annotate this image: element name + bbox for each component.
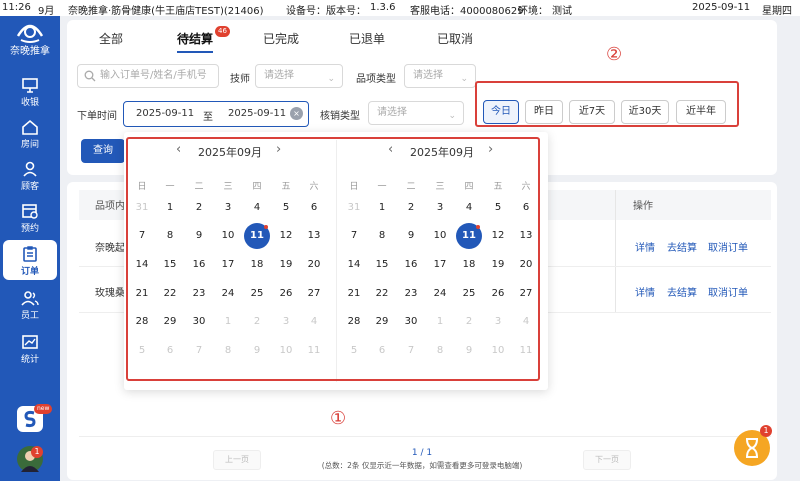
chevron-down-icon: ⌄ bbox=[460, 74, 468, 84]
annotation-box-quick-range bbox=[475, 81, 739, 127]
search-input[interactable]: 输入订单号/姓名/手机号 bbox=[77, 64, 219, 88]
verify-label: 核销类型 bbox=[320, 111, 360, 122]
verify-select[interactable]: 请选择 ⌄ bbox=[368, 101, 464, 125]
column-divider bbox=[615, 190, 616, 312]
home-icon bbox=[22, 119, 38, 135]
weekday: 星期四 bbox=[762, 6, 792, 17]
status-bar: 11:26 9月 奈晚推拿·筋骨健康(牛王庙店TEST)(21406) 设备号：… bbox=[0, 0, 800, 17]
brand-logo-icon bbox=[16, 24, 44, 43]
clear-icon[interactable]: × bbox=[290, 107, 303, 120]
tech-placeholder: 请选择 bbox=[264, 70, 294, 81]
sidebar-item-label: 员工 bbox=[20, 311, 39, 321]
search-button[interactable]: 查询 bbox=[81, 139, 125, 163]
annotation-box-calendar bbox=[126, 137, 540, 381]
brand-name: 奈晚推拿 bbox=[10, 46, 50, 57]
user-icon bbox=[23, 161, 37, 177]
pending-count-badge: 46 bbox=[215, 26, 230, 37]
tab-all[interactable]: 全部 bbox=[99, 30, 123, 47]
sidebar-item-label: 订单 bbox=[20, 267, 39, 277]
new-badge: new bbox=[34, 404, 53, 414]
item-type-placeholder: 请选择 bbox=[413, 70, 443, 81]
tab-completed[interactable]: 已完成 bbox=[263, 30, 299, 47]
sidebar-item-label: 统计 bbox=[20, 355, 39, 365]
sidebar-item-customer[interactable]: 顾客 bbox=[3, 155, 57, 195]
sidebar-item-staff[interactable]: 员工 bbox=[3, 284, 57, 324]
env-value: 测试 bbox=[552, 6, 572, 17]
sidebar-item-label: 预约 bbox=[20, 224, 39, 234]
env-label: 环境： bbox=[518, 6, 548, 17]
date-range-picker[interactable]: 2025-09-11 至 2025-09-11 × bbox=[123, 101, 309, 127]
col-item-header: 品项内 bbox=[95, 201, 125, 212]
clock: 11:26 bbox=[2, 2, 31, 13]
page-indicator: 1 / 1 bbox=[411, 448, 433, 458]
date: 2025-09-11 bbox=[692, 2, 751, 13]
device-info: 设备号：版本号： bbox=[286, 6, 366, 17]
cancel-order-link[interactable]: 取消订单 bbox=[708, 239, 748, 254]
status-date-short: 9月 bbox=[38, 6, 55, 17]
tab-cancelled[interactable]: 已取消 bbox=[437, 30, 473, 47]
sidebar-item-booking[interactable]: 预约 bbox=[3, 197, 57, 237]
annotation-label-2: ② bbox=[606, 44, 623, 65]
sidebar-item-stats[interactable]: 统计 bbox=[3, 328, 57, 368]
annotation-label-1: ① bbox=[330, 408, 347, 429]
cancel-order-link[interactable]: 取消订单 bbox=[708, 284, 748, 299]
avatar-badge: 1 bbox=[31, 446, 43, 458]
sidebar-item-cashier[interactable]: 收银 bbox=[3, 71, 57, 111]
float-badge: 1 bbox=[760, 425, 772, 437]
tab-refunded[interactable]: 已退单 bbox=[349, 30, 385, 47]
date-separator: 至 bbox=[203, 112, 213, 123]
verify-placeholder: 请选择 bbox=[377, 107, 407, 118]
pager-divider bbox=[79, 436, 771, 437]
table-row-item: 玫瑰桑 bbox=[95, 288, 125, 299]
date-start: 2025-09-11 bbox=[136, 108, 195, 119]
app-title: 奈晚推拿·筋骨健康(牛王庙店TEST)(21406) bbox=[68, 6, 264, 17]
tab-pending[interactable]: 待结算 bbox=[177, 30, 213, 47]
sidebar-item-orders[interactable]: 订单 bbox=[3, 240, 57, 280]
detail-link[interactable]: 详情 bbox=[635, 239, 655, 254]
tech-select[interactable]: 请选择 ⌄ bbox=[255, 64, 343, 88]
monitor-icon bbox=[22, 78, 38, 93]
chevron-down-icon: ⌄ bbox=[448, 111, 456, 121]
sidebar-item-label: 顾客 bbox=[20, 182, 39, 192]
chevron-down-icon: ⌄ bbox=[327, 74, 335, 84]
date-label: 下单时间 bbox=[77, 111, 117, 122]
active-tab-indicator bbox=[177, 51, 213, 53]
item-type-label: 品项类型 bbox=[356, 74, 396, 85]
sidebar-item-label: 房间 bbox=[20, 140, 39, 150]
settle-link[interactable]: 去结算 bbox=[667, 284, 697, 299]
col-ops-header: 操作 bbox=[633, 201, 653, 212]
tech-label: 技师 bbox=[230, 74, 250, 85]
sidebar-item-label: 收银 bbox=[20, 98, 39, 108]
pager-note: (总数：2条 仅显示近一年数据，如需查看更多可登录电脑端) bbox=[321, 461, 523, 470]
search-placeholder: 输入订单号/姓名/手机号 bbox=[100, 70, 207, 81]
detail-link[interactable]: 详情 bbox=[635, 284, 655, 299]
calendar-clock-icon bbox=[22, 204, 38, 219]
table-row-item: 奈晚起 bbox=[95, 243, 125, 254]
chart-icon bbox=[22, 335, 38, 349]
team-icon bbox=[21, 291, 39, 306]
version: 1.3.6 bbox=[370, 2, 396, 13]
item-type-select[interactable]: 请选择 ⌄ bbox=[404, 64, 476, 88]
date-end: 2025-09-11 bbox=[228, 108, 287, 119]
clipboard-icon bbox=[23, 246, 37, 262]
next-page-button[interactable]: 下一页 bbox=[583, 450, 631, 470]
sidebar-item-room[interactable]: 房间 bbox=[3, 113, 57, 153]
settle-link[interactable]: 去结算 bbox=[667, 239, 697, 254]
hotline: 客服电话：4000080629 bbox=[410, 6, 524, 17]
search-icon bbox=[84, 70, 96, 82]
